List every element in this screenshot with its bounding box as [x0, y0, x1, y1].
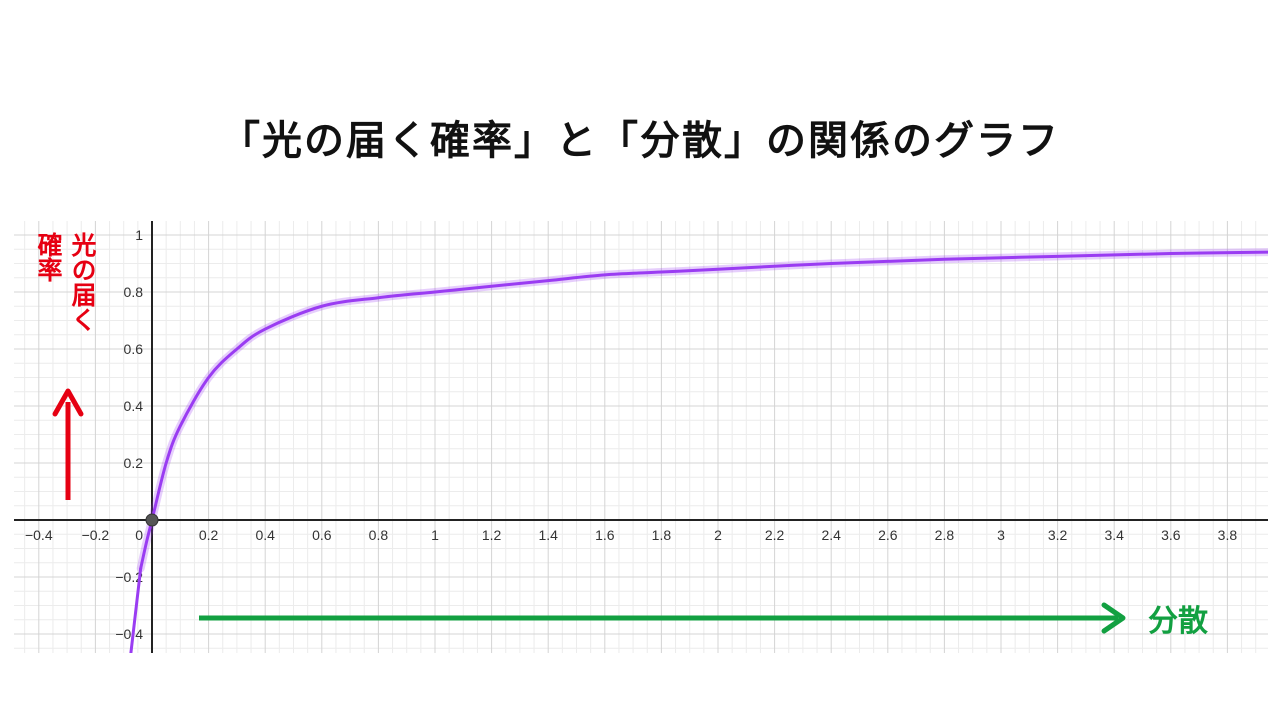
x-tick-label: 1.8: [652, 527, 672, 543]
origin-tick-label: 0: [135, 527, 143, 543]
x-tick-label: 2.2: [765, 527, 785, 543]
x-tick-label: −0.2: [82, 527, 110, 543]
x-tick-label: 0.4: [255, 527, 275, 543]
x-tick-label: 0.6: [312, 527, 332, 543]
x-tick-label: 2.4: [821, 527, 841, 543]
x-tick-label: 0.2: [199, 527, 219, 543]
x-tick-labels: −0.4 −0.2 0.2 0.4 0.6 0.8 1 1.2 1.4 1.6 1.8 2 2.2 2.4…: [25, 527, 1237, 543]
y-annotation-column-2: 確率: [34, 232, 63, 282]
x-tick-label: 1.2: [482, 527, 502, 543]
x-annotation-label: 分散: [1148, 604, 1208, 639]
x-tick-label: 2.6: [878, 527, 898, 543]
point-layer: [145, 513, 159, 527]
graph-canvas: −0.4 −0.2 0.2 0.4 0.6 0.8 1 1.2 1.4 1.6 1.8 2 2.2 2.4…: [14, 221, 1268, 653]
axes: [14, 221, 1268, 653]
y-tick-label: 1: [135, 227, 143, 243]
grid-major-lines: [14, 221, 1268, 653]
x-tick-label: 2.8: [935, 527, 955, 543]
x-tick-label: 1.4: [538, 527, 558, 543]
y-tick-label: 0.2: [124, 455, 144, 471]
y-tick-label: −0.4: [115, 626, 143, 642]
y-tick-label: 0.6: [124, 341, 144, 357]
origin-point-marker: [145, 513, 159, 527]
y-annotation-column-1: 光の届く: [68, 232, 97, 332]
x-tick-label: 3.2: [1048, 527, 1068, 543]
y-tick-label: 0.8: [124, 284, 144, 300]
x-tick-label: 0.8: [369, 527, 389, 543]
x-tick-label: 1.6: [595, 527, 615, 543]
x-tick-label: 3.8: [1218, 527, 1238, 543]
x-tick-label: 3.6: [1161, 527, 1181, 543]
x-tick-label: 2: [714, 527, 722, 543]
x-tick-label: 3: [997, 527, 1005, 543]
annotation-arrows: [52, 388, 1126, 634]
x-tick-label: −0.4: [25, 527, 53, 543]
x-tick-label: 3.4: [1104, 527, 1124, 543]
curve-layer: [129, 248, 1268, 653]
y-tick-label: 0.4: [124, 398, 144, 414]
grid-minor-lines: [14, 221, 1268, 653]
x-tick-label: 1: [431, 527, 439, 543]
